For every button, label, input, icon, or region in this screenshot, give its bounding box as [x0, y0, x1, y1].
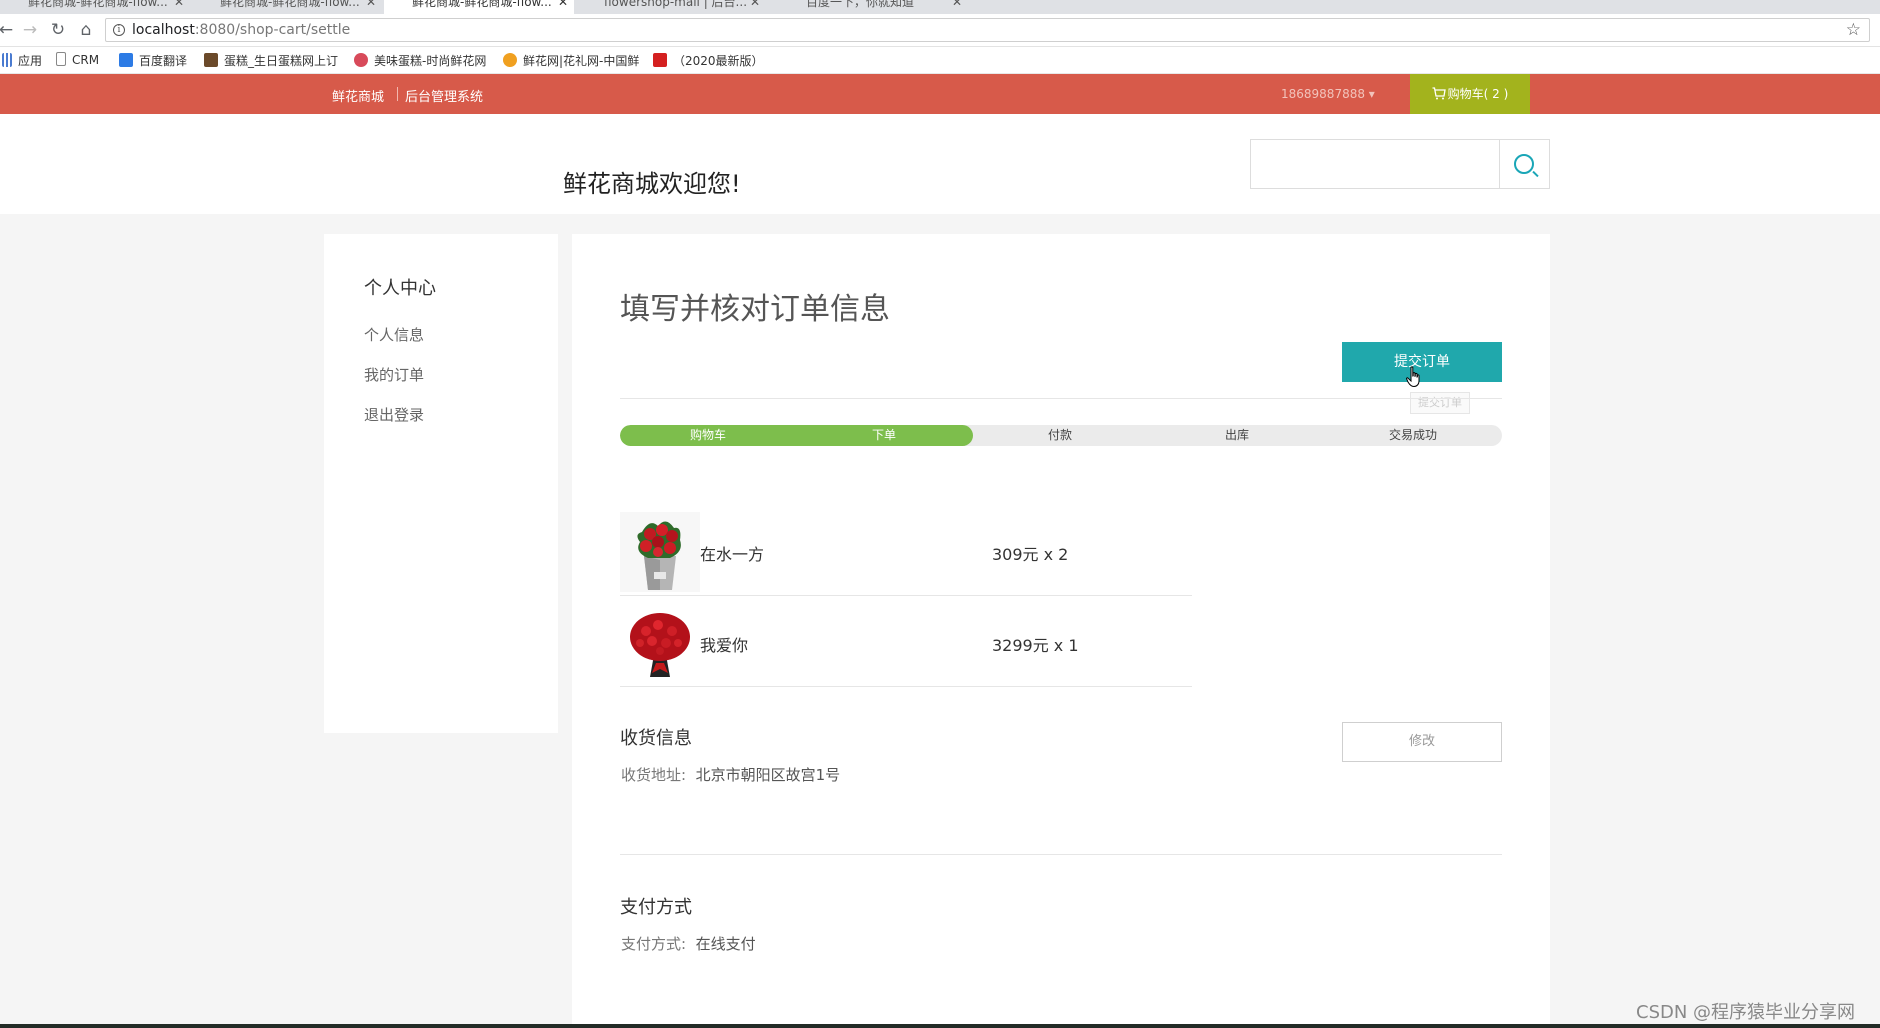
- apps-icon: [2, 53, 12, 67]
- order-panel: 填写并核对订单信息 提交订单 提交订单 购物车 下单 付款 出库 交易成功 在水…: [572, 234, 1550, 1028]
- sidebar-item-orders[interactable]: 我的订单: [364, 364, 424, 385]
- brand-link[interactable]: 鲜花商城: [332, 86, 384, 105]
- sidebar-item-logout[interactable]: 退出登录: [364, 404, 424, 425]
- bookmark-2020[interactable]: （2020最新版）: [653, 52, 764, 69]
- sidebar: 个人中心 个人信息 我的订单 退出登录: [324, 234, 558, 733]
- bookmark-flower-site[interactable]: 鲜花网|花礼网-中国鲜: [503, 52, 639, 69]
- step-pay: 付款: [1047, 428, 1072, 442]
- address-bar: ← → ↻ ⌂ i localhost:8080/shop-cart/settl…: [0, 14, 1880, 47]
- flower-icon: [503, 53, 517, 67]
- product-price-qty: 309元 x 2: [992, 545, 1069, 564]
- tooltip: 提交订单: [1410, 392, 1470, 414]
- hand-cursor-icon: [1406, 366, 1420, 388]
- browser-tabstrip: 鲜花商城-鲜花商城-flow... ✕ 鲜花商城-鲜花商城-flow... ✕ 鲜花…: [0, 0, 1880, 14]
- info-icon[interactable]: i: [113, 24, 125, 36]
- c-logo-icon: [653, 53, 667, 67]
- step-order: 下单: [871, 428, 896, 442]
- product-price-qty: 3299元 x 1: [992, 636, 1079, 655]
- cake-icon: [204, 53, 218, 67]
- shipping-address: 收货地址: 北京市朝阳区故宫1号: [621, 764, 840, 785]
- payment-value: 在线支付: [695, 935, 756, 953]
- address-label: 收货地址:: [621, 766, 687, 784]
- search-icon: [1514, 154, 1534, 174]
- address-value: 北京市朝阳区故宫1号: [695, 766, 841, 784]
- payment-section-title: 支付方式: [620, 897, 692, 918]
- reload-icon[interactable]: ↻: [48, 20, 68, 40]
- bookmark-label: 美味蛋糕-时尚鲜花网: [374, 54, 487, 68]
- close-icon[interactable]: ✕: [174, 0, 184, 12]
- user-menu[interactable]: 18689887888 ▾: [1281, 87, 1375, 101]
- order-item-row: 我爱你 3299元 x 1: [620, 596, 1192, 687]
- close-icon[interactable]: ✕: [750, 0, 760, 12]
- admin-link[interactable]: 后台管理系统: [405, 86, 483, 105]
- sidebar-item-profile[interactable]: 个人信息: [364, 324, 424, 345]
- tab-title: 鲜花商城-鲜花商城-flow...: [412, 0, 552, 9]
- sidebar-title: 个人中心: [364, 278, 436, 299]
- url-host: localhost: [132, 22, 195, 38]
- tab-title: 鲜花商城-鲜花商城-flow...: [220, 0, 360, 9]
- page-icon: [56, 52, 66, 66]
- divider: [620, 854, 1502, 855]
- browser-tab[interactable]: 鲜花商城-鲜花商城-flow... ✕: [192, 0, 382, 14]
- close-icon[interactable]: ✕: [366, 0, 376, 12]
- bookmarks-bar: 应用 CRM 百度翻译 蛋糕_生日蛋糕网上订 美味蛋糕-时尚鲜花网 鲜花网|花礼…: [0, 47, 1880, 74]
- site-header: 鲜花商城欢迎您!: [0, 114, 1880, 214]
- bookmark-label: 鲜花网|花礼网-中国鲜: [523, 54, 640, 68]
- payment-method: 支付方式: 在线支付: [621, 933, 756, 954]
- browser-tab[interactable]: flowershop-mall | 后台... ✕: [576, 0, 766, 14]
- bookmark-apps[interactable]: 应用: [2, 52, 42, 69]
- bookmark-crm[interactable]: CRM: [56, 52, 99, 67]
- home-icon[interactable]: ⌂: [76, 20, 96, 40]
- order-item-row: 在水一方 309元 x 2: [620, 505, 1192, 596]
- close-icon[interactable]: ✕: [952, 0, 962, 12]
- browser-tab-active[interactable]: 鲜花商城-鲜花商城-flow... ✕: [384, 0, 574, 14]
- back-icon[interactable]: ←: [0, 20, 16, 40]
- divider: [620, 398, 1502, 399]
- bookmark-label: 百度翻译: [139, 54, 188, 68]
- shipping-section-title: 收货信息: [620, 728, 692, 749]
- cart-button[interactable]: 购物车( 2 ): [1410, 74, 1530, 114]
- tab-title: 百度一下，你就知道: [806, 0, 915, 9]
- step-done: 交易成功: [1388, 428, 1437, 442]
- tab-title: 鲜花商城-鲜花商城-flow...: [28, 0, 168, 9]
- bottom-bar: [0, 1024, 1880, 1028]
- bookmark-label: CRM: [72, 53, 100, 67]
- bookmark-label: 蛋糕_生日蛋糕网上订: [224, 54, 339, 68]
- search-button[interactable]: [1500, 139, 1550, 189]
- bookmark-label: （2020最新版）: [673, 54, 764, 68]
- tab-title: flowershop-mall | 后台...: [604, 0, 748, 9]
- cart-label: 购物车( 2 ): [1447, 87, 1509, 101]
- step-ship: 出库: [1224, 428, 1249, 442]
- divider: [397, 87, 398, 101]
- welcome-title: 鲜花商城欢迎您!: [563, 170, 741, 198]
- search-input[interactable]: [1250, 139, 1500, 189]
- product-name[interactable]: 在水一方: [700, 541, 764, 565]
- payment-label: 支付方式:: [621, 935, 687, 953]
- step-cart: 购物车: [689, 428, 726, 442]
- browser-tab[interactable]: 鲜花商城-鲜花商城-flow... ✕: [0, 0, 190, 14]
- watermark: CSDN @程序猿毕业分享网: [1636, 1002, 1856, 1023]
- bookmark-cake[interactable]: 蛋糕_生日蛋糕网上订: [204, 52, 338, 69]
- product-name[interactable]: 我爱你: [700, 632, 748, 656]
- bookmark-cake-flower[interactable]: 美味蛋糕-时尚鲜花网: [354, 52, 486, 69]
- order-progress: 购物车 下单 付款 出库 交易成功: [620, 425, 1502, 446]
- forward-icon[interactable]: →: [20, 20, 40, 40]
- translate-icon: [119, 53, 133, 67]
- url-path: :8080/shop-cart/settle: [194, 22, 351, 38]
- modify-address-button[interactable]: 修改: [1342, 722, 1502, 762]
- url-text: localhost:8080/shop-cart/settle: [132, 22, 350, 38]
- bookmark-baidu-translate[interactable]: 百度翻译: [119, 52, 187, 69]
- url-input[interactable]: i localhost:8080/shop-cart/settle ☆: [105, 18, 1870, 42]
- cart-icon: [1432, 87, 1446, 100]
- bookmark-label: 应用: [18, 54, 43, 68]
- product-image[interactable]: [620, 603, 700, 683]
- browser-tab[interactable]: 百度一下，你就知道 ✕: [778, 0, 968, 14]
- close-icon[interactable]: ✕: [558, 0, 568, 12]
- star-icon[interactable]: ☆: [1846, 20, 1861, 40]
- page-title: 填写并核对订单信息: [620, 292, 890, 327]
- site-topbar: 鲜花商城 后台管理系统 18689887888 ▾ 购物车( 2 ): [0, 74, 1880, 114]
- flower-icon: [354, 53, 368, 67]
- product-image[interactable]: [620, 512, 700, 592]
